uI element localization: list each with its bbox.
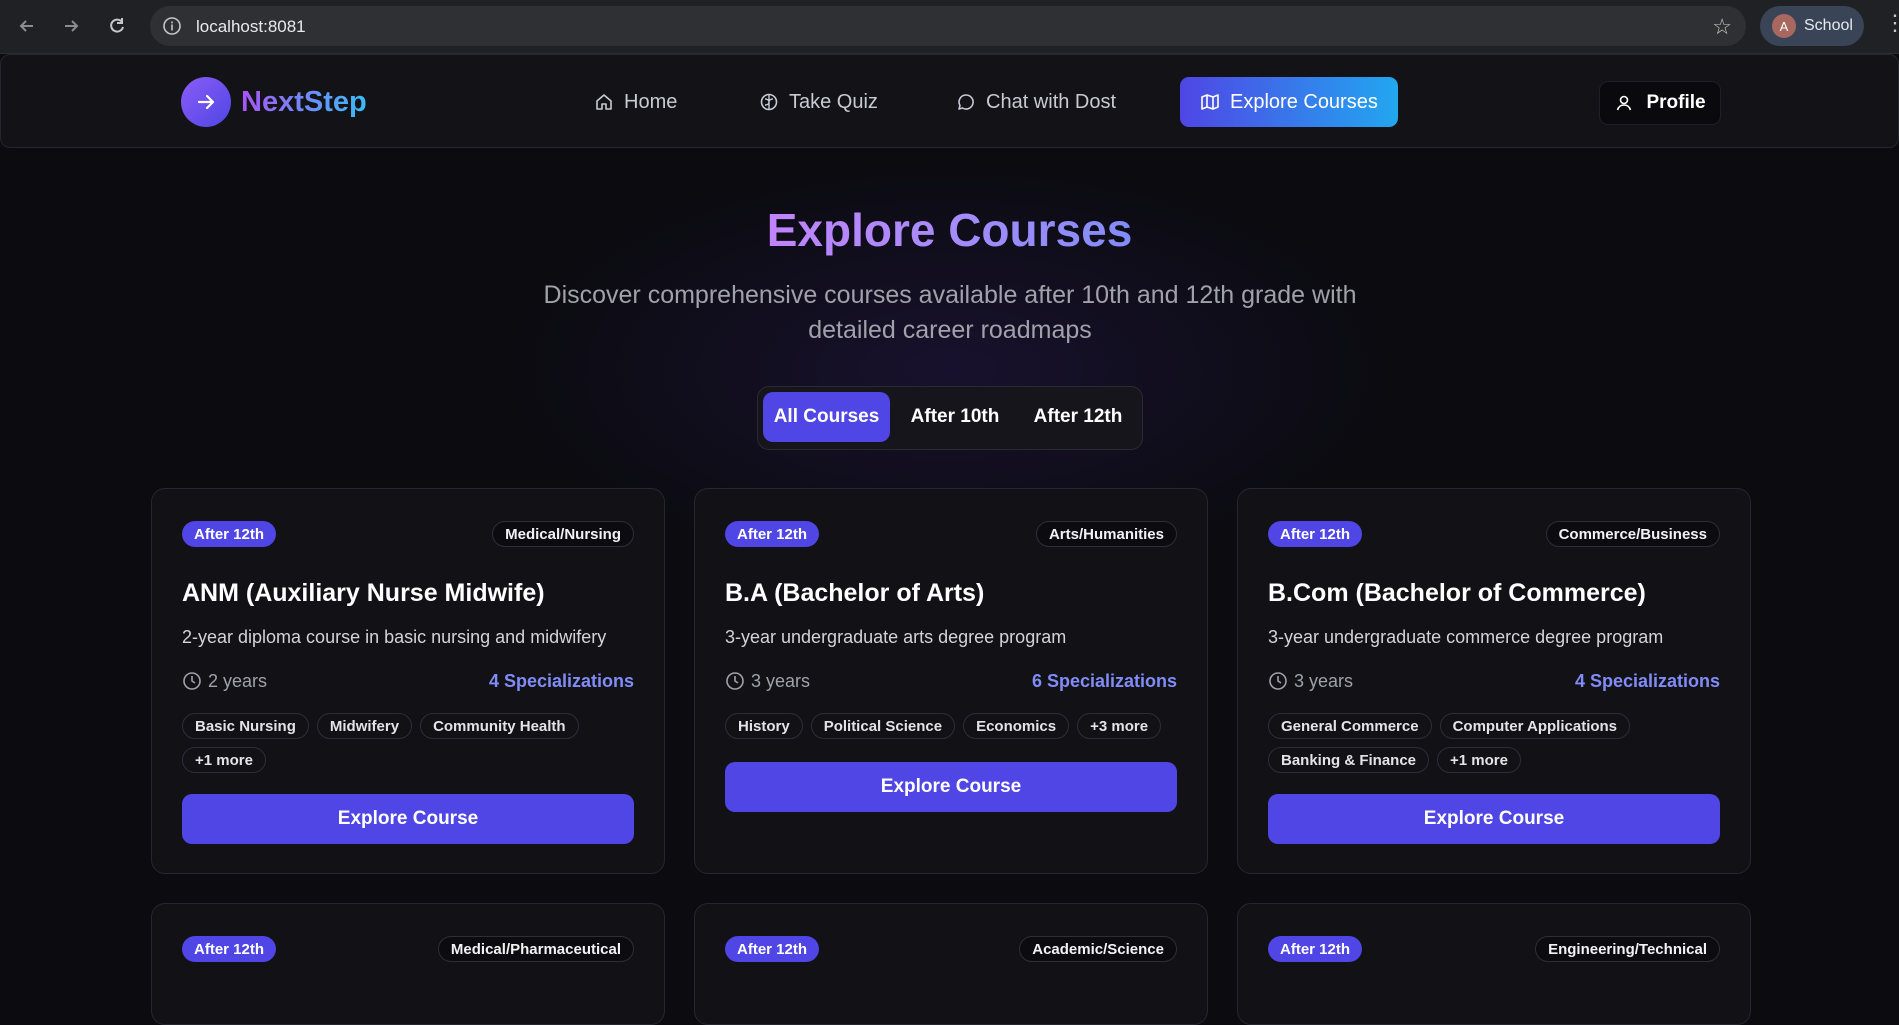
level-badge: After 12th [1268, 936, 1363, 962]
course-card-anm: After 12th Medical/Nursing ANM (Auxiliar… [151, 488, 665, 874]
clock-icon [725, 671, 745, 691]
explore-course-button[interactable]: Explore Course [1268, 794, 1720, 844]
course-filter-tabs: All Courses After 10th After 12th [757, 386, 1143, 450]
home-icon [594, 92, 614, 112]
more-tags-tag: +1 more [1437, 747, 1521, 773]
clock-icon [1268, 671, 1288, 691]
browser-toolbar: localhost:8081 ☆ A School ⋮ [0, 0, 1899, 54]
nav-label: Take Quiz [789, 90, 878, 113]
specialization-tag: Midwifery [316, 713, 413, 739]
explore-course-button[interactable]: Explore Course [182, 794, 634, 844]
filter-after-12th[interactable]: After 12th [1020, 392, 1136, 442]
specialization-tag: History [725, 713, 803, 739]
course-card-row2-2: After 12th Academic/Science [694, 903, 1208, 1025]
explore-course-button[interactable]: Explore Course [725, 762, 1177, 812]
specialization-tag: Political Science [810, 713, 956, 739]
page-title-text: Explore Courses [766, 204, 1133, 256]
back-arrow-icon[interactable] [14, 13, 40, 39]
more-menu-icon[interactable]: ⋮ [1884, 12, 1899, 34]
chat-bubble-icon [956, 92, 976, 112]
course-description: 2-year diploma course in basic nursing a… [182, 627, 607, 647]
nav-label: Explore Courses [1230, 90, 1378, 113]
course-duration: 3 years [1268, 671, 1353, 692]
map-icon [1200, 92, 1220, 112]
course-duration: 3 years [725, 671, 810, 692]
page-subtitle: Discover comprehensive courses available… [543, 281, 1357, 344]
course-card-row2-3: After 12th Engineering/Technical [1237, 903, 1751, 1025]
specialization-tags: Basic Nursing Midwifery Community Health… [182, 713, 634, 773]
clock-icon [182, 671, 202, 691]
course-meta: 3 years 6 Specializations [725, 669, 1177, 693]
app-header: NextStep Home Take Quiz Chat with Dost E… [0, 54, 1899, 148]
course-card-bcom: After 12th Commerce/Business B.Com (Bach… [1237, 488, 1751, 874]
site-info-icon[interactable] [162, 16, 182, 36]
specializations-count: 4 Specializations [1574, 670, 1720, 691]
specializations-count: 4 Specializations [488, 670, 634, 691]
nav-label: Home [624, 90, 678, 113]
profile-label: Profile [1646, 92, 1706, 113]
profile-button[interactable]: Profile [1599, 81, 1721, 125]
nav-explore-courses[interactable]: Explore Courses [1180, 77, 1398, 127]
specialization-tag: Computer Applications [1439, 713, 1631, 739]
category-badge: Academic/Science [1019, 936, 1177, 962]
brain-icon [759, 92, 779, 112]
nav-home[interactable]: Home [594, 77, 677, 127]
url-text: localhost:8081 [196, 17, 306, 36]
bookmark-star-icon[interactable]: ☆ [1712, 14, 1732, 40]
more-tags-tag: +1 more [182, 747, 266, 773]
specializations-count: 6 Specializations [1031, 670, 1177, 691]
category-badge: Medical/Nursing [492, 521, 634, 547]
category-badge: Engineering/Technical [1535, 936, 1720, 962]
level-badge: After 12th [1268, 521, 1363, 547]
arrow-right-icon [181, 77, 231, 127]
course-title: B.Com (Bachelor of Commerce) [1268, 579, 1646, 607]
profile-name: School [1804, 17, 1853, 34]
specialization-tag: Banking & Finance [1268, 747, 1430, 773]
course-title: B.A (Bachelor of Arts) [725, 579, 985, 607]
level-badge: After 12th [725, 521, 820, 547]
course-description: 3-year undergraduate commerce degree pro… [1268, 627, 1664, 647]
course-card-ba: After 12th Arts/Humanities B.A (Bachelor… [694, 488, 1208, 874]
level-badge: After 12th [182, 521, 277, 547]
course-title: ANM (Auxiliary Nurse Midwife) [182, 579, 545, 607]
category-badge: Medical/Pharmaceutical [437, 936, 634, 962]
specialization-tag: General Commerce [1268, 713, 1432, 739]
reload-icon[interactable] [104, 13, 130, 39]
course-description: 3-year undergraduate arts degree program [725, 627, 1067, 647]
avatar: A [1772, 14, 1796, 38]
page-title: Explore Courses [0, 203, 1899, 257]
course-card-row2-1: After 12th Medical/Pharmaceutical [151, 903, 665, 1025]
duration-text: 3 years [751, 670, 811, 691]
nav-chat-with-dost[interactable]: Chat with Dost [956, 77, 1116, 127]
specialization-tag: Community Health [420, 713, 579, 739]
duration-text: 3 years [1294, 670, 1354, 691]
user-icon [1614, 93, 1634, 113]
course-meta: 2 years 4 Specializations [182, 669, 634, 693]
more-tags-tag: +3 more [1077, 713, 1162, 739]
brand-name: NextStep [241, 85, 367, 118]
level-badge: After 12th [725, 936, 820, 962]
course-duration: 2 years [182, 671, 267, 692]
category-badge: Commerce/Business [1545, 521, 1720, 547]
nav-take-quiz[interactable]: Take Quiz [759, 77, 878, 127]
course-meta: 3 years 4 Specializations [1268, 669, 1720, 693]
browser-profile-button[interactable]: A School [1760, 6, 1864, 46]
filter-after-10th[interactable]: After 10th [895, 392, 1015, 442]
filter-all-courses[interactable]: All Courses [763, 392, 890, 442]
specialization-tags: History Political Science Economics +3 m… [725, 713, 1177, 739]
specialization-tag: Economics [963, 713, 1070, 739]
forward-arrow-icon[interactable] [58, 13, 84, 39]
address-bar[interactable]: localhost:8081 ☆ [150, 6, 1746, 46]
level-badge: After 12th [182, 936, 277, 962]
nav-label: Chat with Dost [986, 90, 1117, 113]
duration-text: 2 years [208, 670, 268, 691]
specialization-tag: Basic Nursing [182, 713, 309, 739]
brand-logo-link[interactable]: NextStep [181, 77, 367, 127]
specialization-tags: General Commerce Computer Applications B… [1268, 713, 1720, 773]
category-badge: Arts/Humanities [1035, 521, 1177, 547]
